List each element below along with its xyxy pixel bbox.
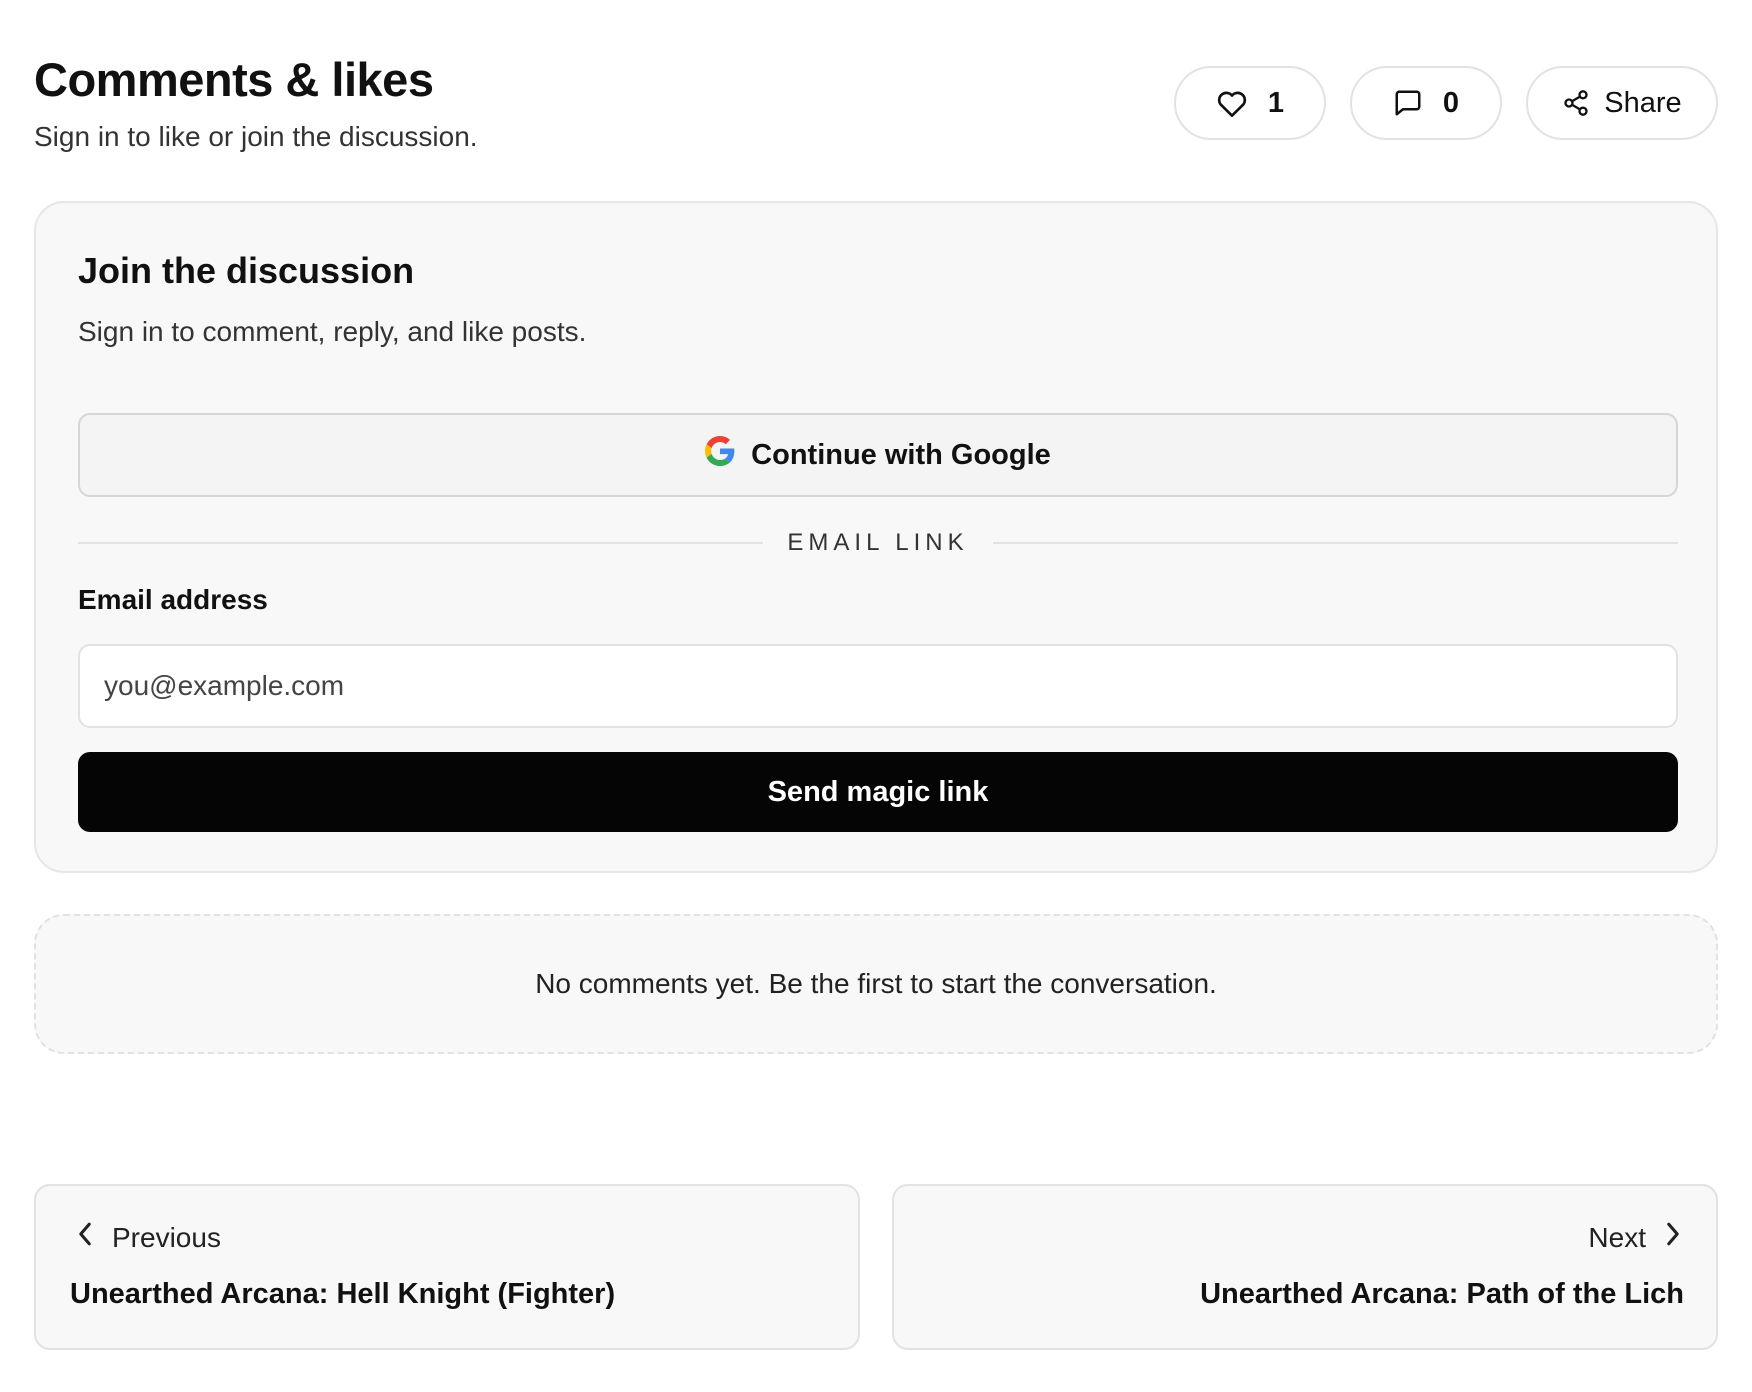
previous-label: Previous bbox=[112, 1222, 221, 1253]
empty-state-text: No comments yet. Be the first to start t… bbox=[535, 968, 1217, 999]
google-button-label: Continue with Google bbox=[751, 438, 1051, 471]
chevron-left-icon bbox=[76, 1220, 94, 1256]
like-count: 1 bbox=[1267, 86, 1285, 119]
comments-header: Comments & likes Sign in to like or join… bbox=[34, 52, 1718, 162]
next-label: Next bbox=[1588, 1222, 1646, 1253]
next-post-title: Unearthed Arcana: Path of the Lich bbox=[1200, 1278, 1684, 1310]
like-button[interactable]: 1 bbox=[1174, 66, 1326, 140]
email-field[interactable] bbox=[78, 644, 1678, 728]
send-magic-link-button[interactable]: Send magic link bbox=[78, 752, 1678, 832]
comment-count: 0 bbox=[1442, 86, 1460, 119]
signin-title: Join the discussion bbox=[78, 250, 415, 291]
comment-count-button[interactable]: 0 bbox=[1350, 66, 1502, 140]
post-actions: 1 0 Share bbox=[1174, 66, 1718, 140]
email-field-label: Email address bbox=[78, 584, 268, 615]
comments-section: Comments & likes Sign in to like or join… bbox=[0, 0, 1752, 1392]
previous-post-title: Unearthed Arcana: Hell Knight (Fighter) bbox=[70, 1278, 616, 1310]
section-title: Comments & likes bbox=[34, 53, 434, 106]
divider-line-right bbox=[992, 542, 1678, 544]
message-square-icon bbox=[1393, 88, 1423, 118]
divider-line-left bbox=[78, 542, 764, 544]
share-label: Share bbox=[1604, 86, 1682, 119]
email-link-divider: EMAIL LINK bbox=[78, 525, 1678, 561]
previous-direction: Previous bbox=[76, 1220, 221, 1256]
section-subtitle: Sign in to like or join the discussion. bbox=[34, 121, 478, 152]
signin-card: Join the discussion Sign in to comment, … bbox=[34, 201, 1718, 873]
share-icon bbox=[1562, 89, 1590, 117]
divider-label: EMAIL LINK bbox=[787, 529, 969, 556]
chevron-right-icon bbox=[1664, 1220, 1682, 1256]
previous-post-link[interactable]: Previous Unearthed Arcana: Hell Knight (… bbox=[34, 1184, 860, 1350]
next-direction: Next bbox=[1588, 1220, 1682, 1256]
share-button[interactable]: Share bbox=[1526, 66, 1718, 140]
google-signin-button[interactable]: Continue with Google bbox=[78, 413, 1678, 497]
comments-empty-state: No comments yet. Be the first to start t… bbox=[34, 914, 1718, 1054]
next-post-link[interactable]: Next Unearthed Arcana: Path of the Lich bbox=[892, 1184, 1718, 1350]
heart-icon bbox=[1216, 88, 1248, 118]
signin-subtitle: Sign in to comment, reply, and like post… bbox=[78, 316, 587, 347]
google-logo-icon bbox=[705, 436, 735, 474]
